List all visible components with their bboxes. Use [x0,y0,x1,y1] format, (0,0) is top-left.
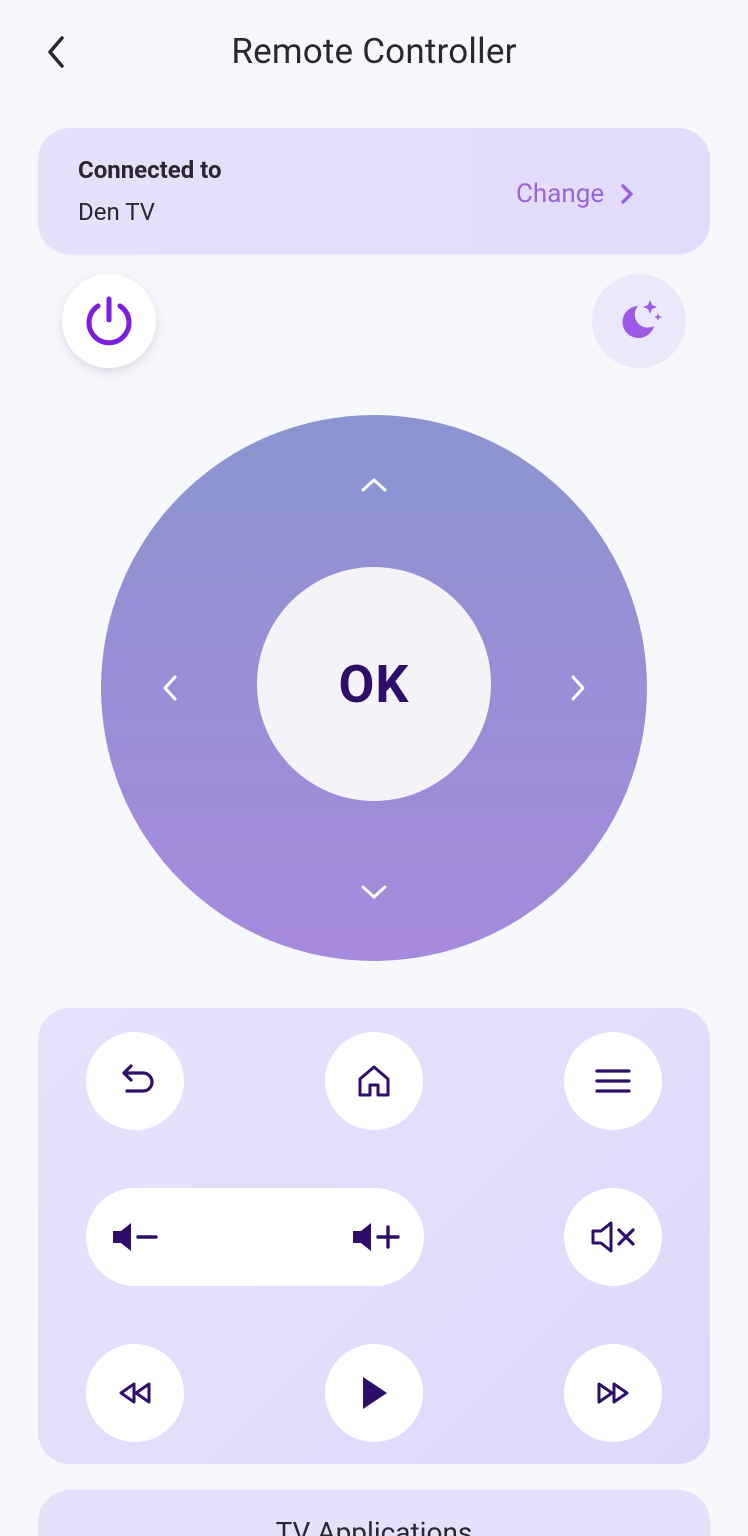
page-title: Remote Controller [231,31,517,72]
rewind-icon [119,1382,151,1404]
chevron-up-icon [361,478,387,492]
chevron-down-icon [361,885,387,899]
power-button[interactable] [62,274,156,368]
play-icon [363,1377,387,1409]
dpad-right-button[interactable] [548,658,608,718]
power-icon [86,296,132,346]
ok-label: OK [338,653,410,715]
ok-button[interactable]: OK [257,567,491,801]
rewind-button[interactable] [86,1344,184,1442]
volume-up-icon [353,1223,400,1251]
home-icon [358,1065,390,1097]
home-button[interactable] [325,1032,423,1130]
play-button[interactable] [325,1344,423,1442]
volume-down-button[interactable] [96,1188,176,1286]
tv-applications-title: TV Applications [275,1516,473,1536]
fast-forward-icon [597,1382,629,1404]
moon-sparkle-icon [622,300,662,338]
fast-forward-button[interactable] [564,1344,662,1442]
menu-button[interactable] [564,1032,662,1130]
chevron-left-icon [163,675,177,701]
dpad-up-button[interactable] [344,455,404,515]
change-label: Change [516,179,605,209]
connected-label: Connected to [78,156,222,184]
back-icon [122,1064,154,1093]
back-remote-button[interactable] [86,1032,184,1130]
dpad-down-button[interactable] [344,862,404,922]
sleep-button[interactable] [592,274,686,368]
dpad-left-button[interactable] [140,658,200,718]
mute-button[interactable] [564,1188,662,1286]
change-device-button[interactable]: Change [516,172,634,216]
mute-icon [591,1221,635,1253]
chevron-right-icon [621,184,633,204]
menu-icon [595,1069,631,1093]
volume-up-button[interactable] [336,1188,416,1286]
volume-down-icon [113,1223,158,1251]
device-name: Den TV [78,198,156,226]
chevron-right-icon [571,675,585,701]
